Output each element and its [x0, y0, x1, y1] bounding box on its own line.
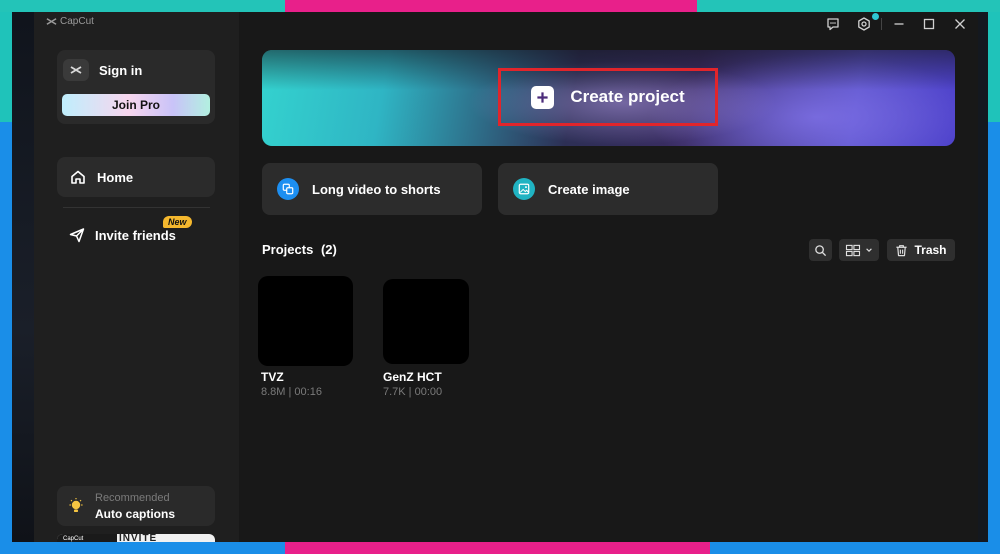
trash-icon — [896, 244, 908, 256]
create-project-label: Create project — [570, 87, 685, 106]
home-icon — [71, 170, 85, 184]
sidebar-divider — [63, 207, 210, 208]
recommended-title: Auto captions — [95, 507, 175, 521]
search-icon — [815, 244, 827, 256]
quick-action-label: Create image — [548, 181, 630, 197]
promo-text: INVITE — [119, 534, 158, 542]
frame-top-left — [0, 0, 285, 12]
create-image-button[interactable]: Create image — [498, 163, 718, 215]
frame-left — [0, 12, 12, 542]
frame-bottom-mid — [285, 542, 710, 554]
settings-icon — [858, 17, 870, 31]
chevron-down-icon — [866, 248, 872, 252]
desktop-wallpaper-right — [978, 12, 988, 542]
project-meta: 7.7K | 00:00 — [383, 386, 443, 398]
send-icon — [69, 228, 85, 243]
projects-title: Projects — [262, 242, 314, 257]
create-project-banner[interactable]: Create project — [262, 50, 955, 146]
join-pro-button[interactable]: Join Pro — [62, 94, 210, 116]
image-icon — [513, 178, 535, 200]
capcut-logo-icon — [63, 59, 89, 81]
search-button[interactable] — [809, 239, 832, 261]
app-brand-name: CapCut — [60, 16, 94, 27]
maximize-icon — [923, 18, 935, 30]
feedback-button[interactable] — [824, 15, 842, 33]
app-brand: CapCut — [46, 16, 94, 27]
minimize-button[interactable] — [890, 15, 908, 33]
close-icon — [955, 19, 965, 29]
update-indicator — [872, 13, 879, 20]
sidebar: CapCut Sign in Join Pro Home Invite frie… — [34, 12, 239, 542]
frame-top-right — [697, 0, 1000, 12]
minimize-icon — [894, 23, 904, 25]
trash-label: Trash — [914, 243, 947, 257]
projects-count: (2) — [320, 242, 337, 257]
sidebar-item-home[interactable]: Home — [57, 157, 215, 197]
project-thumbnail — [258, 276, 353, 366]
projects-heading: Projects (2) — [262, 242, 337, 257]
desktop-wallpaper — [12, 12, 34, 542]
project-name: GenZ HCT — [383, 370, 442, 384]
grid-view-icon — [845, 244, 861, 256]
plus-icon — [531, 85, 555, 109]
frame-top-mid — [285, 0, 697, 12]
long-video-to-shorts-button[interactable]: Long video to shorts — [262, 163, 482, 215]
shorts-icon — [277, 178, 299, 200]
maximize-button[interactable] — [920, 15, 938, 33]
sign-in-button[interactable]: Sign in — [63, 56, 142, 84]
titlebar-separator — [881, 18, 882, 30]
sign-in-label: Sign in — [99, 62, 143, 78]
sidebar-item-label: Invite friends — [95, 227, 176, 243]
frame-bottom-left — [0, 542, 285, 554]
lightbulb-icon — [69, 498, 83, 512]
project-meta: 8.8M | 00:16 — [261, 386, 322, 398]
recommended-card[interactable]: Recommended Auto captions — [57, 486, 215, 526]
settings-button[interactable] — [855, 15, 873, 33]
sidebar-item-invite-friends[interactable]: Invite friends New — [57, 216, 215, 253]
frame-right — [988, 12, 1000, 542]
feedback-icon — [827, 18, 839, 31]
recommended-subtitle: Recommended — [95, 492, 170, 504]
project-name: TVZ — [261, 370, 284, 384]
frame-bottom-right — [710, 542, 1000, 554]
trash-button[interactable]: Trash — [887, 239, 955, 261]
app-window: CapCut Sign in Join Pro Home Invite frie… — [34, 12, 978, 542]
account-card: Sign in Join Pro — [57, 50, 215, 124]
capcut-logo-icon — [46, 18, 57, 25]
promo-banner[interactable]: CapCut INVITE — [57, 534, 215, 542]
quick-action-label: Long video to shorts — [312, 181, 441, 197]
view-mode-dropdown[interactable] — [839, 239, 879, 261]
project-thumbnail — [383, 279, 469, 364]
sidebar-item-label: Home — [97, 169, 134, 185]
promo-brand: CapCut — [57, 534, 117, 542]
close-button[interactable] — [951, 15, 969, 33]
new-badge: New — [163, 216, 192, 228]
create-project-button[interactable]: Create project — [498, 68, 718, 126]
